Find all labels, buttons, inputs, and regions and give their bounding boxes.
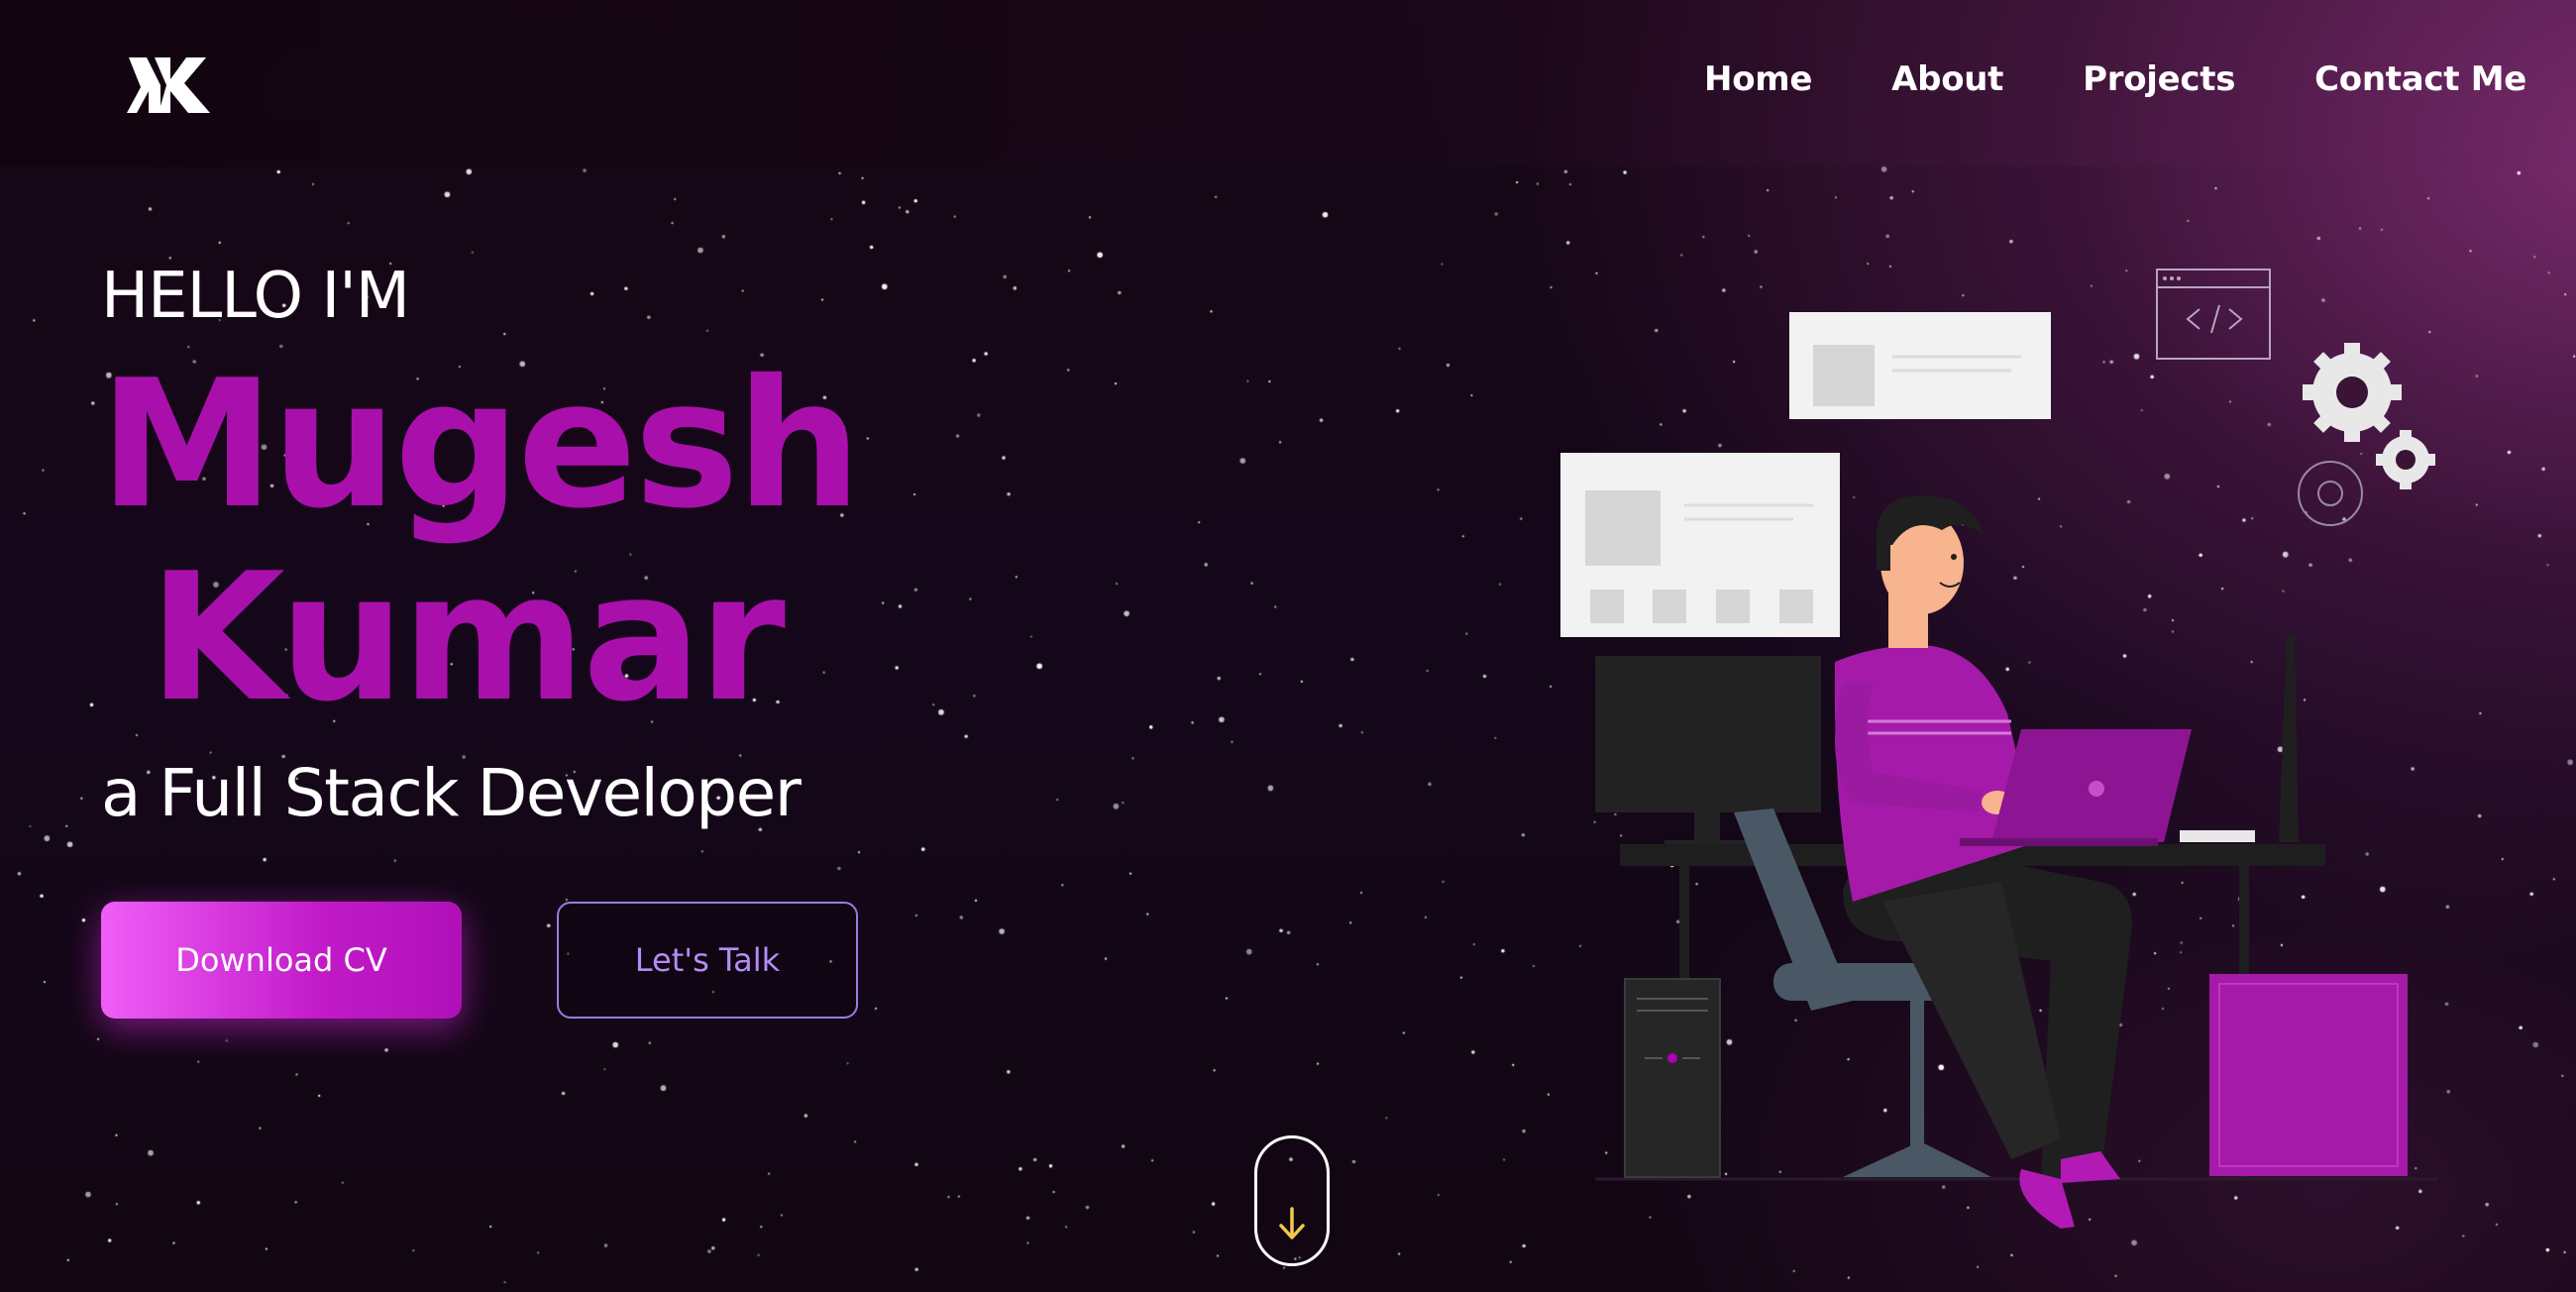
main-nav: Home About Projects Contact Me xyxy=(1704,59,2526,99)
hero-greeting: HELLO I'M xyxy=(101,260,410,333)
floating-card-left xyxy=(1560,453,1840,637)
gears-icon xyxy=(2298,343,2435,526)
pc-tower xyxy=(1624,978,1721,1178)
floating-card-top xyxy=(1789,312,2051,419)
arrow-down-icon xyxy=(1279,1207,1305,1239)
logo-icon[interactable] xyxy=(127,52,222,115)
portfolio-page: Home About Projects Contact Me HELLO I'M… xyxy=(0,0,2576,1292)
nav-home-link[interactable]: Home xyxy=(1704,59,1812,99)
scroll-down-button[interactable] xyxy=(1254,1135,1330,1266)
side-monitor xyxy=(2180,634,2299,842)
lets-talk-button[interactable]: Let's Talk xyxy=(557,902,858,1019)
top-navbar: Home About Projects Contact Me xyxy=(0,0,2576,166)
hero-name-last: Kumar xyxy=(149,535,786,740)
drawer-cabinet xyxy=(2209,974,2408,1176)
developer-illustration xyxy=(1560,269,2437,1229)
hero-name-first: Mugesh xyxy=(99,342,862,547)
nav-projects-link[interactable]: Projects xyxy=(2083,59,2235,99)
download-cv-button[interactable]: Download CV xyxy=(101,902,462,1019)
code-window-icon xyxy=(2156,269,2271,360)
desktop-monitor xyxy=(1595,656,1821,848)
hero-role: a Full Stack Developer xyxy=(101,755,802,831)
nav-contact-link[interactable]: Contact Me xyxy=(2314,59,2526,99)
nav-about-link[interactable]: About xyxy=(1891,59,2003,99)
